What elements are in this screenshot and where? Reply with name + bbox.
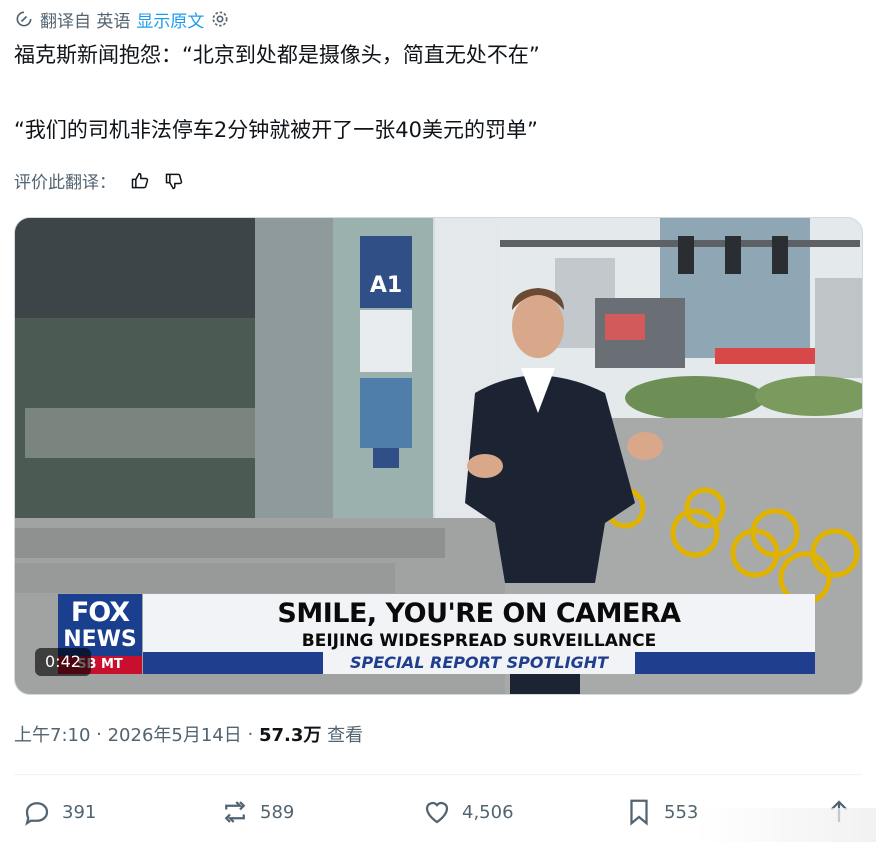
like-button[interactable]: 4,506 — [422, 790, 514, 834]
fox-logo-line-1: FOX — [70, 597, 130, 628]
reply-button[interactable]: 391 — [22, 790, 96, 834]
station-sign-text: A1 — [370, 273, 402, 298]
view-count: 57.3万 — [258, 725, 322, 746]
repost-count: 589 — [260, 801, 295, 823]
view-count-label: 查看 — [321, 725, 364, 746]
tweet-line-1: 福克斯新闻抱怨：“北京到处都是摄像头，简直无处不在” — [14, 43, 540, 67]
bookmark-count: 553 — [664, 801, 699, 823]
chyron-strip-text: SPECIAL REPORT SPOTLIGHT — [323, 652, 635, 674]
video-player[interactable]: A1 FOX NEWS SB MT SMILE, YOU'RE ON CAMER… — [14, 217, 863, 695]
chyron-subheadline: BEIJING WIDESPREAD SURVEILLANCE — [143, 630, 815, 652]
thumbs-down-icon[interactable] — [164, 171, 184, 191]
tweet-text: 福克斯新闻抱怨：“北京到处都是摄像头，简直无处不在” “我们的司机非法停车2分钟… — [14, 40, 864, 146]
repost-icon — [224, 801, 246, 823]
bookmark-icon — [630, 799, 648, 826]
meta-separator: · — [90, 723, 108, 745]
tweet-meta: 上午7:10 · 2026年5月14日 · 57.3万 查看 — [14, 721, 363, 747]
like-count: 4,506 — [462, 801, 514, 823]
reply-count: 391 — [62, 801, 97, 823]
show-original-link[interactable]: 显示原文 — [136, 7, 204, 32]
translated-from-label: 翻译自 英语 — [40, 11, 131, 32]
tweet-time[interactable]: 上午7:10 — [14, 721, 90, 747]
reply-icon — [25, 802, 49, 826]
meta-separator-2: · — [241, 723, 259, 745]
repost-button[interactable]: 589 — [220, 790, 294, 834]
rate-translation-label: 评价此翻译： — [14, 173, 116, 193]
rate-translation: 评价此翻译： — [14, 168, 184, 193]
translation-bar: 翻译自 英语 显示原文 — [14, 6, 230, 32]
video-duration: 0:42 — [35, 648, 91, 676]
heart-icon — [425, 801, 449, 824]
watermark-overlay — [696, 808, 876, 842]
tweet-date[interactable]: 2026年5月14日 — [108, 721, 242, 747]
translate-icon — [16, 11, 32, 27]
bookmark-button[interactable]: 553 — [624, 790, 698, 834]
divider — [14, 774, 862, 775]
chyron-headline: SMILE, YOU'RE ON CAMERA — [143, 594, 815, 634]
gear-icon[interactable] — [210, 9, 230, 29]
thumbs-up-icon[interactable] — [130, 171, 150, 191]
chyron-strip: SPECIAL REPORT SPOTLIGHT — [143, 652, 815, 674]
tweet-line-2: “我们的司机非法停车2分钟就被开了一张40美元的罚单” — [14, 118, 538, 142]
